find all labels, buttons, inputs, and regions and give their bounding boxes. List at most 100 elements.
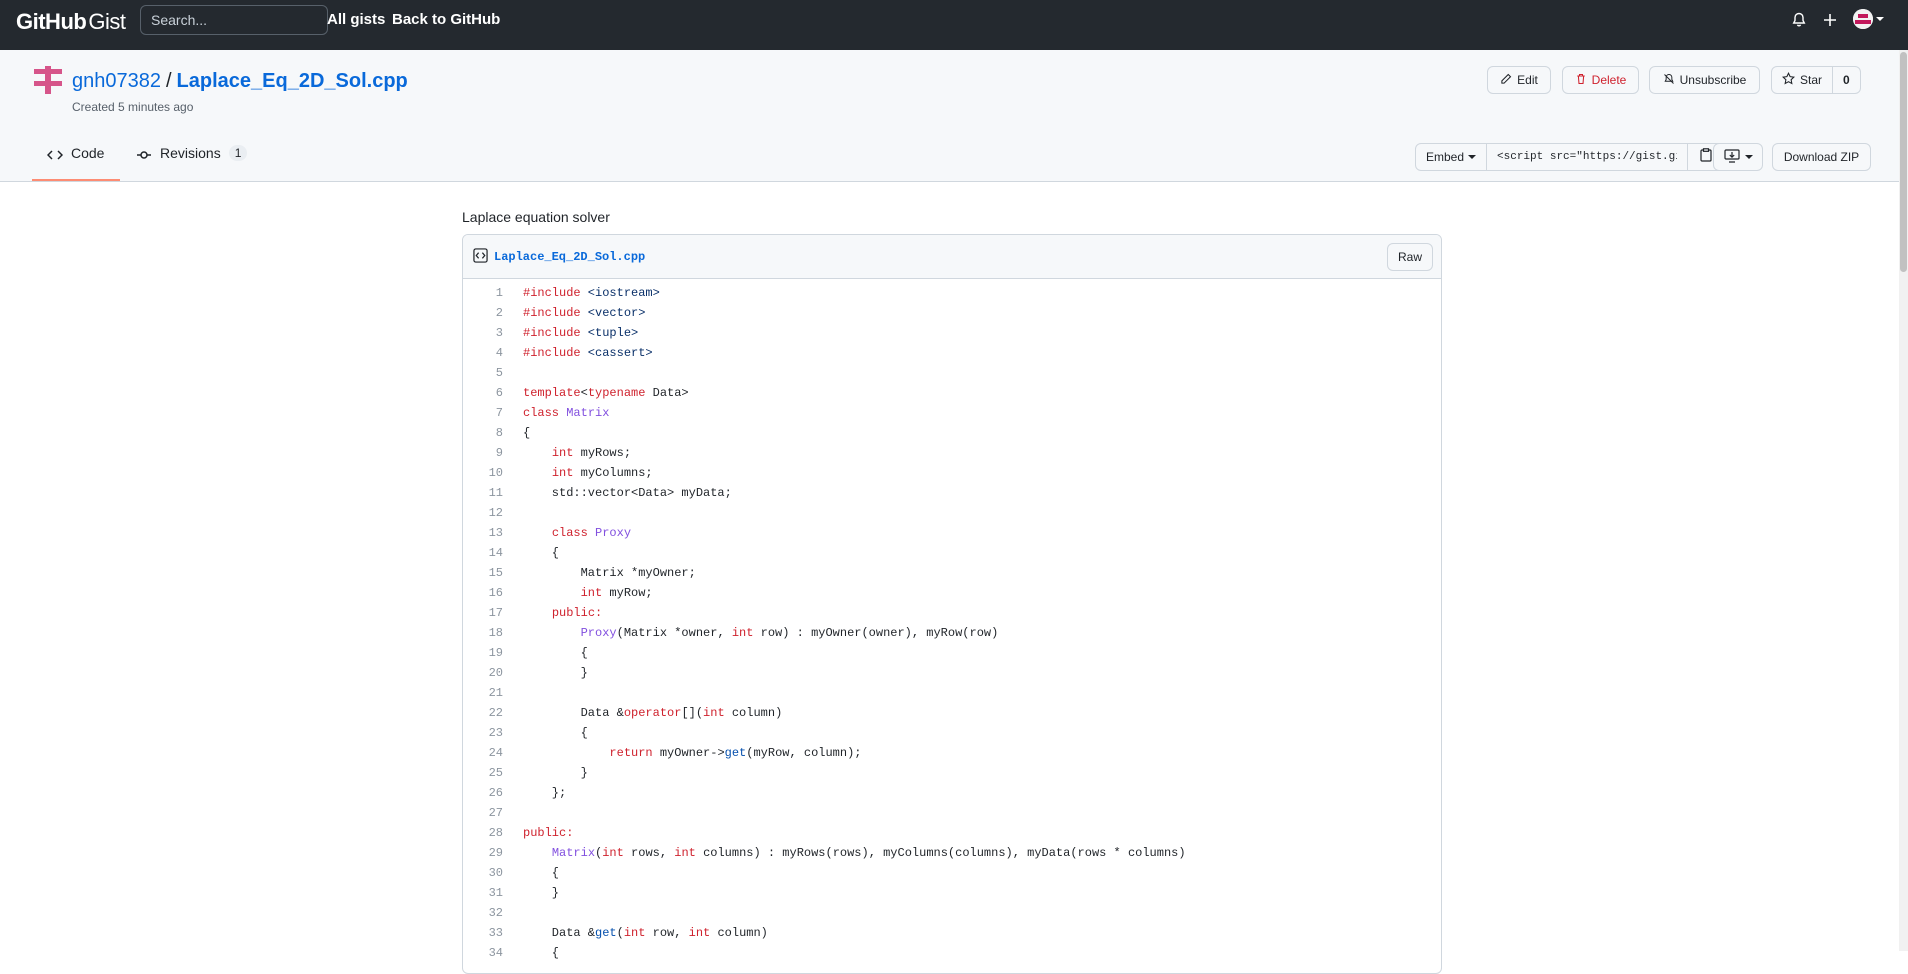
line-code: public:: [523, 826, 574, 840]
line-code: class Matrix: [523, 406, 610, 420]
line-number[interactable]: 32: [463, 906, 503, 920]
all-gists-link[interactable]: All gists: [327, 11, 385, 28]
line-code: #include <tuple>: [523, 326, 639, 340]
avatar: [1853, 9, 1873, 29]
code-line: 15 Matrix *myOwner;: [463, 563, 1441, 583]
line-number[interactable]: 23: [463, 726, 503, 740]
line-number[interactable]: 33: [463, 926, 503, 940]
code-line: 3 #include <tuple>: [463, 323, 1441, 343]
line-code: Matrix *myOwner;: [523, 566, 696, 580]
line-number[interactable]: 10: [463, 466, 503, 480]
code-line: 18 Proxy(Matrix *owner, int row) : myOwn…: [463, 623, 1441, 643]
line-number[interactable]: 31: [463, 886, 503, 900]
line-number[interactable]: 19: [463, 646, 503, 660]
line-number[interactable]: 15: [463, 566, 503, 580]
line-number[interactable]: 16: [463, 586, 503, 600]
caret-down-icon: [1876, 17, 1884, 21]
line-number[interactable]: 21: [463, 686, 503, 700]
git-commit-icon: [136, 147, 152, 166]
line-code: Matrix(int rows, int columns) : myRows(r…: [551, 846, 1186, 860]
pencil-icon: [1500, 73, 1512, 88]
code-line: 13 class Proxy: [463, 523, 1441, 543]
scrollbar-thumb[interactable]: [1900, 52, 1907, 272]
line-number[interactable]: 1: [463, 286, 503, 300]
open-desktop-button[interactable]: [1713, 143, 1763, 171]
code-line: 24 return myOwner->get(myRow, column);: [463, 743, 1441, 763]
back-to-github-link[interactable]: Back to GitHub: [392, 11, 500, 28]
line-number[interactable]: 4: [463, 346, 503, 360]
gist-filename-link[interactable]: Laplace_Eq_2D_Sol.cpp: [177, 70, 408, 92]
search-input[interactable]: [140, 5, 328, 35]
code-line: 16 int myRow;: [463, 583, 1441, 603]
code-line: 34 {: [463, 943, 1441, 963]
line-number[interactable]: 24: [463, 746, 503, 760]
embed-dropdown[interactable]: Embed: [1416, 144, 1488, 170]
code-line: 23 {: [463, 723, 1441, 743]
download-zip-button[interactable]: Download ZIP: [1772, 143, 1871, 171]
gist-description: Laplace equation solver: [462, 209, 610, 225]
line-number[interactable]: 3: [463, 326, 503, 340]
line-code: }: [523, 886, 560, 900]
code-line: 14 {: [463, 543, 1441, 563]
delete-button[interactable]: Delete: [1562, 66, 1639, 94]
embed-code-input[interactable]: [1487, 144, 1688, 170]
line-number[interactable]: 12: [463, 506, 503, 520]
star-button[interactable]: Star: [1772, 67, 1832, 93]
owner-link[interactable]: gnh07382: [72, 70, 161, 92]
clipboard-icon: [1700, 147, 1712, 167]
user-menu[interactable]: [1853, 9, 1884, 29]
raw-button[interactable]: Raw: [1387, 243, 1433, 271]
line-number[interactable]: 7: [463, 406, 503, 420]
line-number[interactable]: 13: [463, 526, 503, 540]
line-number[interactable]: 30: [463, 866, 503, 880]
line-number[interactable]: 26: [463, 786, 503, 800]
line-number[interactable]: 28: [463, 826, 503, 840]
unsubscribe-button[interactable]: Unsubscribe: [1649, 66, 1760, 94]
line-number[interactable]: 29: [463, 846, 503, 860]
code-line: 27: [463, 803, 1441, 823]
line-number[interactable]: 34: [463, 946, 503, 960]
tab-code[interactable]: Code: [32, 145, 120, 181]
line-number[interactable]: 8: [463, 426, 503, 440]
line-number[interactable]: 27: [463, 806, 503, 820]
line-number[interactable]: 22: [463, 706, 503, 720]
code-line: 17 public:: [463, 603, 1441, 623]
line-code: }: [523, 766, 588, 780]
file-name-link[interactable]: Laplace_Eq_2D_Sol.cpp: [494, 250, 645, 264]
code-line: 10 int myColumns;: [463, 463, 1441, 483]
edit-button[interactable]: Edit: [1487, 66, 1551, 94]
line-number[interactable]: 11: [463, 486, 503, 500]
code-line: 7 class Matrix: [463, 403, 1441, 423]
code-line: 26 };: [463, 783, 1441, 803]
code-line: 19 {: [463, 643, 1441, 663]
line-number[interactable]: 25: [463, 766, 503, 780]
line-number[interactable]: 18: [463, 626, 503, 640]
bell-icon[interactable]: [1789, 10, 1809, 30]
code-line: 30 {: [463, 863, 1441, 883]
code-line: 5: [463, 363, 1441, 383]
code-line: 25 }: [463, 763, 1441, 783]
tab-revisions[interactable]: Revisions 1: [136, 145, 248, 181]
line-number[interactable]: 14: [463, 546, 503, 560]
github-gist-logo[interactable]: GitHubGist: [16, 9, 126, 35]
line-code: {: [523, 646, 588, 660]
line-number[interactable]: 9: [463, 446, 503, 460]
star-count[interactable]: 0: [1832, 67, 1860, 93]
code-line: 31 }: [463, 883, 1441, 903]
line-code: class Proxy: [551, 526, 632, 540]
code-line: 11 std::vector<Data> myData;: [463, 483, 1441, 503]
line-number[interactable]: 5: [463, 366, 503, 380]
line-code: {: [523, 426, 531, 440]
code-line: 33 Data &get(int row, int column): [463, 923, 1441, 943]
plus-icon[interactable]: [1820, 10, 1840, 30]
line-number[interactable]: 17: [463, 606, 503, 620]
code-line: 32: [463, 903, 1441, 923]
line-number[interactable]: 20: [463, 666, 503, 680]
owner-avatar-icon[interactable]: [34, 66, 62, 99]
line-code: Proxy(Matrix *owner, int row) : myOwner(…: [580, 626, 999, 640]
line-number[interactable]: 2: [463, 306, 503, 320]
line-code: int myRow;: [580, 586, 653, 600]
created-timestamp: Created 5 minutes ago: [72, 100, 194, 114]
bell-slash-icon: [1663, 73, 1675, 88]
line-number[interactable]: 6: [463, 386, 503, 400]
